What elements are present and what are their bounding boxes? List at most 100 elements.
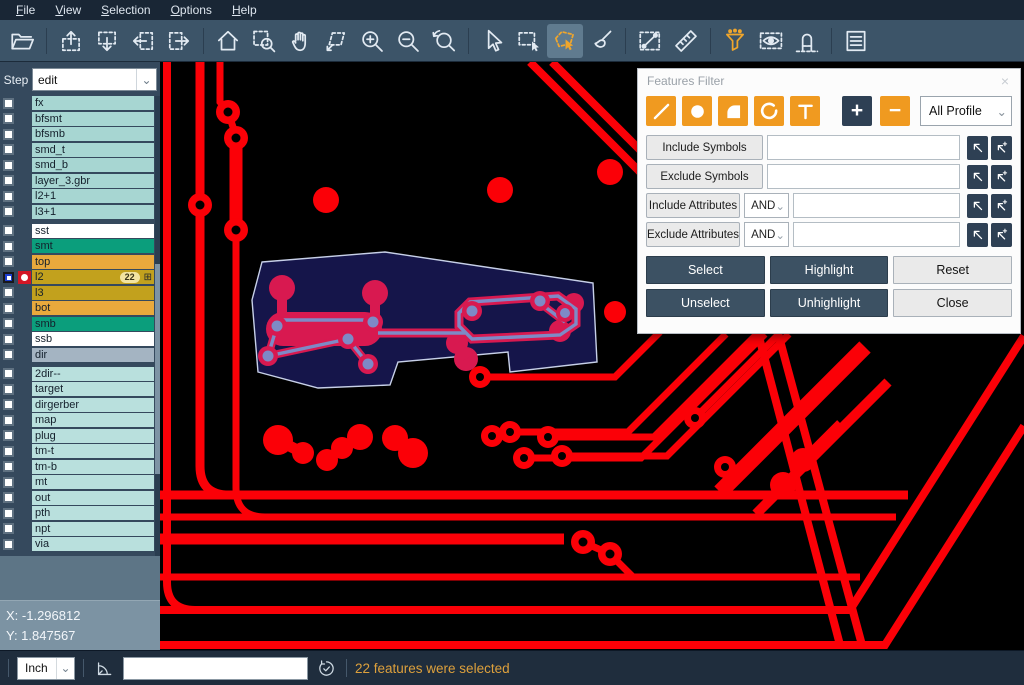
layer-name-top[interactable]: top — [32, 255, 154, 269]
include-symbols-input[interactable] — [767, 135, 960, 160]
close-button[interactable]: Close — [893, 289, 1012, 317]
layer-checkbox-smd_t[interactable] — [3, 144, 14, 155]
send-up-icon[interactable] — [53, 24, 89, 58]
exclude-symbols-button[interactable]: Exclude Symbols — [646, 164, 763, 189]
unselect-button[interactable]: Unselect — [646, 289, 765, 317]
layer-checkbox-plug[interactable] — [3, 430, 14, 441]
zoom-previous-icon[interactable] — [426, 24, 462, 58]
unhighlight-button[interactable]: Unhighlight — [770, 289, 889, 317]
exclude-attributes-input[interactable] — [793, 222, 960, 247]
include-attributes-button[interactable]: Include Attributes — [646, 193, 740, 218]
layer-name-npt[interactable]: npt — [32, 522, 154, 536]
layer-name-sst[interactable]: sst — [32, 224, 154, 238]
report-panel-icon[interactable] — [838, 24, 874, 58]
exclude-attributes-and-select[interactable]: AND⌄ — [744, 222, 789, 247]
layer-name-map[interactable]: map — [32, 413, 154, 427]
layer-name-dirgerber[interactable]: dirgerber — [32, 398, 154, 412]
exclude-symbols-pick-button[interactable] — [967, 165, 988, 189]
measure-ruler-icon[interactable] — [668, 24, 704, 58]
menu-view[interactable]: View — [45, 0, 91, 20]
layer-checkbox-map[interactable] — [3, 415, 14, 426]
step-select[interactable]: edit ⌄ — [32, 68, 157, 91]
layer-name-2dir--[interactable]: 2dir-- — [32, 367, 154, 381]
command-input[interactable] — [123, 657, 308, 680]
layer-checkbox-target[interactable] — [3, 384, 14, 395]
layer-checkbox-npt[interactable] — [3, 523, 14, 534]
layer-checkbox-pth[interactable] — [3, 508, 14, 519]
layer-name-l2+1[interactable]: l2+1 — [32, 189, 154, 203]
layer-checkbox-l3+1[interactable] — [3, 206, 14, 217]
snap-magnet-icon[interactable] — [789, 24, 825, 58]
layer-name-l2[interactable]: l222⊞ — [32, 270, 154, 284]
layer-checkbox-bfsmb[interactable] — [3, 129, 14, 140]
pan-hand-icon[interactable] — [282, 24, 318, 58]
units-select[interactable]: Inch ⌄ — [17, 657, 75, 680]
layer-name-smd_t[interactable]: smd_t — [32, 143, 154, 157]
layer-name-ssb[interactable]: ssb — [32, 332, 154, 346]
layer-checkbox-smt[interactable] — [3, 241, 14, 252]
layer-name-tm-b[interactable]: tm-b — [32, 460, 154, 474]
exclude-attributes-pick-button[interactable] — [967, 223, 988, 247]
menu-help[interactable]: Help — [222, 0, 267, 20]
clear-brush-icon[interactable] — [583, 24, 619, 58]
home-view-icon[interactable] — [210, 24, 246, 58]
include-symbols-button[interactable]: Include Symbols — [646, 135, 763, 160]
layer-checkbox-dirgerber[interactable] — [3, 399, 14, 410]
sync-check-icon[interactable] — [314, 659, 338, 678]
include-attributes-pick-add-button[interactable] — [991, 194, 1012, 218]
positive-mode-button[interactable]: + — [842, 96, 872, 126]
zoom-out-icon[interactable] — [390, 24, 426, 58]
layer-checkbox-bot[interactable] — [3, 303, 14, 314]
layer-checkbox-l2+1[interactable] — [3, 191, 14, 202]
layer-checkbox-2dir--[interactable] — [3, 368, 14, 379]
reset-button[interactable]: Reset — [893, 256, 1012, 284]
layer-checkbox-smd_b[interactable] — [3, 160, 14, 171]
include-attributes-and-select[interactable]: AND⌄ — [744, 193, 789, 218]
layer-name-out[interactable]: out — [32, 491, 154, 505]
layer-checkbox-tm-b[interactable] — [3, 461, 14, 472]
layer-name-dir[interactable]: dir — [32, 348, 154, 362]
include-symbols-pick-add-button[interactable] — [991, 136, 1012, 160]
layer-checkbox-ssb[interactable] — [3, 334, 14, 345]
layer-checkbox-tm-t[interactable] — [3, 446, 14, 457]
exclude-attributes-pick-add-button[interactable] — [991, 223, 1012, 247]
layer-checkbox-fx[interactable] — [3, 98, 14, 109]
layer-name-target[interactable]: target — [32, 382, 154, 396]
layer-name-l3[interactable]: l3 — [32, 286, 154, 300]
negative-mode-button[interactable]: − — [880, 96, 910, 126]
send-down-icon[interactable] — [89, 24, 125, 58]
layer-checkbox-bfsmt[interactable] — [3, 113, 14, 124]
exclude-symbols-input[interactable] — [767, 164, 960, 189]
layer-name-bot[interactable]: bot — [32, 301, 154, 315]
send-left-icon[interactable] — [125, 24, 161, 58]
pan-view-icon[interactable] — [318, 24, 354, 58]
grid-icon[interactable]: ⊞ — [144, 272, 152, 283]
polygon-select-icon[interactable] — [547, 24, 583, 58]
close-icon[interactable]: × — [996, 73, 1014, 89]
menu-options[interactable]: Options — [161, 0, 222, 20]
active-layer-indicator[interactable] — [17, 270, 32, 284]
layer-name-l3+1[interactable]: l3+1 — [32, 205, 154, 219]
line-feature-button[interactable] — [646, 96, 676, 126]
text-feature-button[interactable] — [790, 96, 820, 126]
layer-name-smb[interactable]: smb — [32, 317, 154, 331]
features-filter-icon[interactable] — [717, 24, 753, 58]
layer-checkbox-mt[interactable] — [3, 477, 14, 488]
measure-line-icon[interactable] — [632, 24, 668, 58]
pad-feature-button[interactable] — [682, 96, 712, 126]
layer-name-bfsmb[interactable]: bfsmb — [32, 127, 154, 141]
open-file-icon[interactable] — [4, 24, 40, 58]
layer-checkbox-smb[interactable] — [3, 318, 14, 329]
layer-checkbox-layer_3.gbr[interactable] — [3, 175, 14, 186]
layer-name-smt[interactable]: smt — [32, 239, 154, 253]
corner-angle-icon[interactable] — [92, 659, 116, 678]
include-symbols-pick-button[interactable] — [967, 136, 988, 160]
send-right-icon[interactable] — [161, 24, 197, 58]
layer-name-tm-t[interactable]: tm-t — [32, 444, 154, 458]
profile-select[interactable]: All Profile⌄ — [920, 96, 1012, 126]
menu-selection[interactable]: Selection — [91, 0, 160, 20]
arc-feature-button[interactable] — [754, 96, 784, 126]
include-attributes-input[interactable] — [793, 193, 960, 218]
highlight-button[interactable]: Highlight — [770, 256, 889, 284]
exclude-symbols-pick-add-button[interactable] — [991, 165, 1012, 189]
